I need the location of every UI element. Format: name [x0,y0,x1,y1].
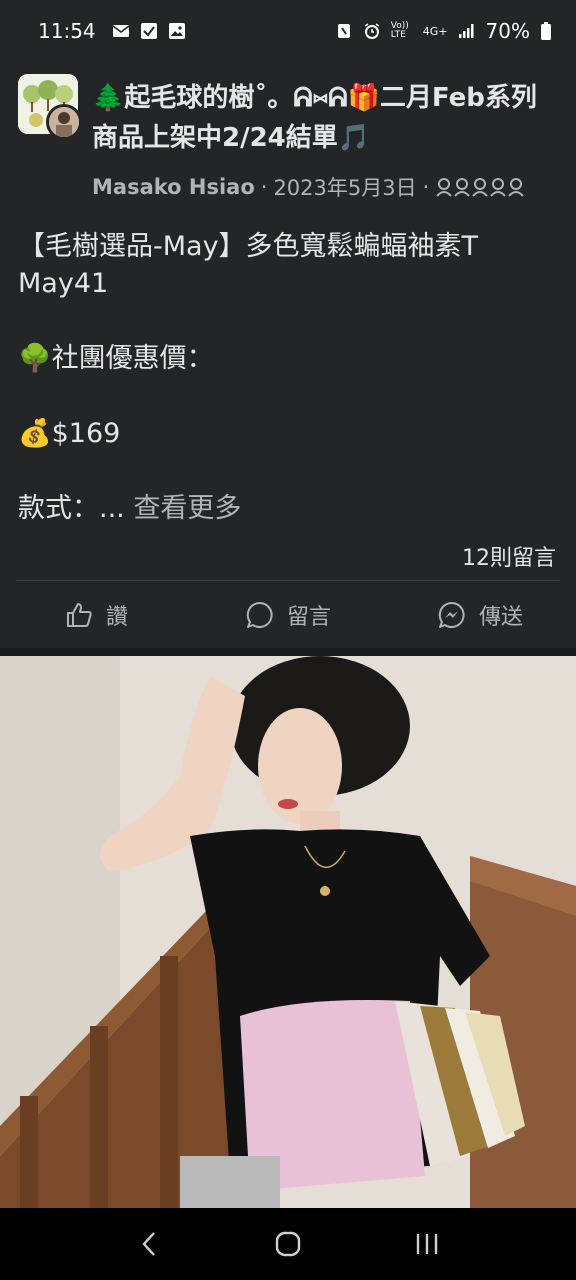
share-button[interactable]: 傳送 [384,582,576,648]
post-header: 🌲起毛球的樹˚。ᕱ⑅︎ᕱ🎁二月Feb系列商品上架中2/24結單🎵 Masako … [0,62,576,212]
battery-percent: 70% [485,19,530,43]
alarm-icon [364,23,380,39]
meta-separator: · [260,175,268,199]
feed-separator [0,648,576,656]
post-photo[interactable] [0,656,576,1208]
post-body: 【毛樹選品-May】多色寬鬆蝙蝠袖素T May41 🌳社團優惠價： 💰$169 … [18,228,558,527]
post-line-code: May41 [18,268,109,299]
battery-icon [541,22,551,40]
like-label: 讚 [105,605,128,630]
meta-separator-2: · [422,175,430,199]
home-button[interactable] [268,1224,308,1264]
system-nav-bar [0,1208,576,1280]
model-wearing-tshirt-photo [0,656,576,1208]
post-date[interactable]: 2023年5月3日 [273,172,416,202]
action-bar: 讚 留言 傳送 [0,582,576,648]
back-button[interactable] [129,1224,169,1264]
status-time: 11:54 [38,19,96,43]
group-members-icon [436,178,525,197]
person-photo-icon [49,107,79,137]
like-icon [66,603,92,627]
recents-button[interactable] [407,1224,447,1264]
comment-label: 留言 [286,605,331,630]
style-label: 款式：... [18,493,134,524]
network-indicator: 4G+ [422,24,448,38]
author-name[interactable]: Masako Hsiao [92,175,255,199]
back-icon [142,1232,156,1256]
checkbox-icon [140,23,157,39]
nfc-icon [337,24,350,38]
post-line-title: 【毛樹選品-May】多色寬鬆蝙蝠袖素T [18,231,479,262]
comments-count[interactable]: 12則留言 [462,540,556,572]
messenger-icon [438,601,465,628]
post-line-price-label: 🌳社團優惠價： [18,343,214,374]
see-more-link[interactable]: 查看更多 [133,493,241,524]
home-icon [275,1231,301,1257]
comment-button[interactable]: 留言 [192,582,384,648]
post-line-style: 款式：... 查看更多 [18,490,558,527]
share-label: 傳送 [478,605,523,630]
signal-icon [458,24,474,38]
like-button[interactable]: 讚 [0,582,192,648]
divider [16,580,560,581]
volte-indicator: Vo)) LTE [390,21,409,40]
author-avatar[interactable] [46,104,82,140]
group-title[interactable]: 🌲起毛球的樹˚。ᕱ⑅︎ᕱ🎁二月Feb系列商品上架中2/24結單🎵 [92,78,552,158]
post-line-price: 💰$169 [18,418,121,449]
status-bar: 11:54 Vo)) LTE 4G+ 70% [0,0,576,62]
post-meta: Masako Hsiao · 2023年5月3日 · [92,172,525,202]
mail-icon [112,25,130,37]
gallery-icon [168,23,185,39]
recents-icon [416,1234,437,1254]
comment-icon [246,601,273,628]
